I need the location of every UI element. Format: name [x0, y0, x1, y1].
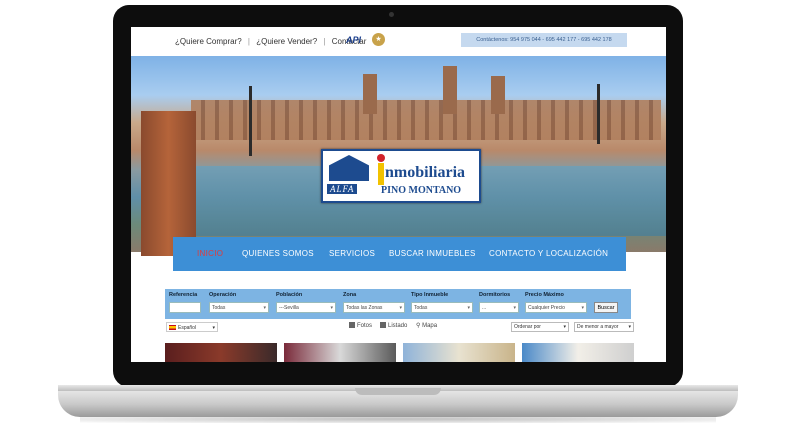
- badge-icon: ★: [372, 33, 385, 46]
- select-dormitorios[interactable]: ...: [479, 302, 519, 314]
- label-dormitorios: Dormitorios: [479, 292, 511, 298]
- brick-pillar: [141, 111, 196, 256]
- order-select[interactable]: Ordenar por: [511, 322, 569, 332]
- api-logo: API: [346, 35, 362, 45]
- search-form: Referencia Operación Todas Población ---…: [165, 289, 631, 319]
- tower-center: [443, 66, 457, 114]
- logo-word: nmobiliaria: [385, 164, 466, 181]
- property-thumbnail[interactable]: [522, 343, 634, 362]
- select-zona[interactable]: Todas las Zonas: [343, 302, 405, 314]
- laptop-notch: [355, 388, 441, 395]
- input-referencia[interactable]: [169, 302, 201, 313]
- nav-buscar-inmuebles[interactable]: BUSCAR INMUEBLES: [389, 249, 476, 258]
- logo-i: [378, 163, 384, 185]
- logo-pino: PINO MONTANO: [381, 185, 462, 196]
- select-operacion[interactable]: Todas: [209, 302, 269, 314]
- nav-contacto[interactable]: CONTACTO Y LOCALIZACIÓN: [489, 249, 608, 258]
- view-photos[interactable]: Fotos: [349, 322, 372, 329]
- buy-link[interactable]: ¿Quiere Comprar?: [175, 37, 242, 46]
- label-poblacion: Población: [276, 292, 303, 298]
- select-tipo[interactable]: Todas: [411, 302, 473, 314]
- property-thumbnail[interactable]: [403, 343, 515, 362]
- label-precio: Precio Máximo: [525, 292, 564, 298]
- logo-alfa: ALFA: [327, 184, 358, 194]
- main-nav: INICIO QUIENES SOMOS SERVICIOS BUSCAR IN…: [173, 237, 626, 271]
- tower-right: [491, 76, 505, 114]
- label-operacion: Operación: [209, 292, 237, 298]
- label-referencia: Referencia: [169, 292, 198, 298]
- view-map[interactable]: ⚲ Mapa: [416, 322, 437, 329]
- nav-inicio[interactable]: INICIO: [197, 249, 223, 258]
- sell-link[interactable]: ¿Quiere Vender?: [256, 37, 317, 46]
- list-icon: [380, 322, 386, 328]
- order-direction-select[interactable]: De menor a mayor: [574, 322, 634, 332]
- website-screen: ¿Quiere Comprar? | ¿Quiere Vender? | Con…: [131, 27, 666, 362]
- top-bar: ¿Quiere Comprar? | ¿Quiere Vender? | Con…: [131, 27, 666, 55]
- label-tipo: Tipo Inmueble: [411, 292, 449, 298]
- street-lamp: [597, 84, 600, 144]
- tower-left: [363, 74, 377, 114]
- top-links: ¿Quiere Comprar? | ¿Quiere Vender? | Con…: [175, 37, 370, 46]
- select-precio[interactable]: Cualquier Precio: [525, 302, 587, 314]
- map-pin-icon: ⚲: [416, 323, 421, 329]
- house-icon: [329, 155, 369, 181]
- nav-servicios[interactable]: SERVICIOS: [329, 249, 375, 258]
- view-map-label: Mapa: [422, 323, 438, 329]
- select-poblacion[interactable]: ---Sevilla: [276, 302, 336, 314]
- separator: |: [247, 37, 250, 46]
- street-lamp: [249, 86, 252, 156]
- logo-dot: [377, 154, 385, 162]
- property-thumbnail[interactable]: [165, 343, 277, 362]
- separator: |: [323, 37, 326, 46]
- contact-phones: Contáctenos: 954 975 044 - 695 442 177 -…: [461, 33, 627, 47]
- view-photos-label: Fotos: [357, 323, 373, 329]
- view-list-label: Listado: [388, 323, 408, 329]
- language-label: Español: [178, 325, 197, 331]
- company-logo[interactable]: nmobiliaria ALFA PINO MONTANO: [321, 149, 481, 203]
- search-button[interactable]: Buscar: [594, 302, 618, 313]
- property-thumbnail[interactable]: [284, 343, 396, 362]
- view-list[interactable]: Listado: [380, 322, 407, 329]
- label-zona: Zona: [343, 292, 357, 298]
- nav-quienes-somos[interactable]: QUIENES SOMOS: [242, 249, 314, 258]
- spain-flag-icon: [169, 325, 176, 330]
- language-select[interactable]: Español: [166, 322, 218, 333]
- hero-banner: nmobiliaria ALFA PINO MONTANO: [131, 56, 666, 256]
- grid-icon: [349, 322, 355, 328]
- palace-illustration: [191, 100, 661, 140]
